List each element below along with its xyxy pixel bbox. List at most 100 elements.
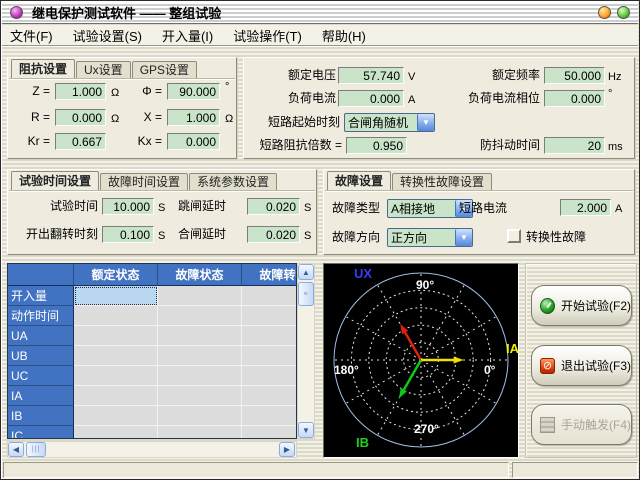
start-test-button[interactable]: 开始试验(F2) [531, 285, 632, 326]
kx-input[interactable]: 0.000 [167, 133, 220, 150]
load-current-label: 负荷电流 [260, 91, 336, 106]
table-cell[interactable] [158, 406, 242, 426]
window-title: 继电保护测试软件 —— 整组试验 [32, 3, 598, 22]
vertical-scroll-thumb[interactable]: ≡ [298, 282, 314, 306]
scroll-right-icon[interactable]: ▶ [279, 442, 295, 457]
menu-help[interactable]: 帮助(H) [312, 24, 376, 47]
table-cell[interactable] [158, 306, 242, 326]
load-current-input[interactable]: 0.000 [338, 90, 404, 107]
exit-test-label: 退出试验(F3) [561, 357, 631, 374]
table-cell[interactable] [242, 426, 297, 439]
test-time-input[interactable]: 10.000 [102, 198, 154, 215]
r-input[interactable]: 0.000 [55, 109, 106, 126]
phi-label: Φ = [126, 84, 162, 99]
tab-gps-settings[interactable]: GPS设置 [132, 61, 197, 78]
table-vertical-scrollbar[interactable]: ▲ ≡ ▼ [297, 263, 315, 439]
table-cell[interactable] [74, 326, 158, 346]
load-current-phase-input[interactable]: 0.000 [544, 90, 605, 107]
menu-file[interactable]: 文件(F) [2, 24, 63, 47]
kr-label: Kr = [14, 134, 50, 149]
x-unit: Ω [225, 112, 233, 126]
table-cell[interactable] [158, 286, 242, 306]
load-current-unit: A [408, 93, 415, 107]
x-input[interactable]: 1.000 [167, 109, 220, 126]
chevron-down-icon[interactable]: ▼ [455, 229, 472, 246]
table-cell[interactable] [158, 426, 242, 439]
table-cell[interactable] [74, 346, 158, 366]
tab-fault-settings[interactable]: 故障设置 [327, 171, 391, 190]
minimize-button[interactable] [598, 6, 611, 19]
table-cell[interactable] [74, 306, 158, 326]
evolving-fault-checkbox[interactable] [507, 229, 521, 243]
table-cell[interactable] [242, 326, 297, 346]
row-label-ub: UB [8, 346, 74, 366]
row-label-ib: IB [8, 406, 74, 426]
table-cell[interactable] [74, 366, 158, 386]
table-cell[interactable] [74, 406, 158, 426]
short-current-unit: A [615, 202, 622, 216]
table-cell[interactable] [158, 386, 242, 406]
scroll-up-icon[interactable]: ▲ [298, 264, 314, 280]
scroll-down-icon[interactable]: ▼ [298, 422, 314, 438]
table-cell[interactable] [158, 366, 242, 386]
menu-binary-input[interactable]: 开入量(I) [152, 24, 223, 47]
rated-freq-unit: Hz [608, 70, 621, 84]
fault-direction-label: 故障方向 [330, 230, 380, 245]
rated-freq-input[interactable]: 50.000 [544, 67, 605, 84]
col-header-rated-state: 额定状态 [74, 264, 158, 286]
short-current-input[interactable]: 2.000 [560, 199, 611, 216]
debounce-label: 防抖动时间 [460, 138, 540, 153]
chevron-down-icon[interactable]: ▼ [417, 114, 434, 131]
table-horizontal-scrollbar[interactable]: ◀ ||| ▶ [7, 441, 297, 458]
phi-input[interactable]: 90.000 [167, 83, 220, 100]
table-cell[interactable] [74, 386, 158, 406]
impedance-multiplier-label: 短路阻抗倍数 = [250, 138, 342, 153]
table-cell[interactable] [158, 326, 242, 346]
table-cell[interactable] [242, 306, 297, 326]
sc-start-time-label: 短路起始时刻 [260, 115, 340, 130]
tab-system-params[interactable]: 系统参数设置 [189, 173, 277, 190]
tab-evolving-fault[interactable]: 转换性故障设置 [392, 173, 492, 190]
sc-start-time-dropdown[interactable]: 合闸角随机 ▼ [344, 113, 435, 132]
horizontal-scroll-thumb[interactable]: ||| [26, 442, 46, 457]
tab-impedance-settings[interactable]: 阻抗设置 [11, 59, 75, 78]
phasor-angle-90: 90° [416, 278, 434, 292]
impedance-multiplier-input[interactable]: 0.950 [346, 137, 407, 154]
scroll-left-icon[interactable]: ◀ [8, 442, 24, 457]
tab-separator [9, 190, 315, 191]
row-label-ua: UA [8, 326, 74, 346]
z-label: Z = [14, 84, 50, 99]
tab-separator [9, 78, 235, 79]
x-label: X = [126, 110, 162, 125]
table-cell[interactable] [158, 346, 242, 366]
exit-test-button[interactable]: ⊘ 退出试验(F3) [531, 345, 632, 386]
table-cell[interactable] [242, 406, 297, 426]
kx-label: Kx = [126, 134, 162, 149]
short-current-label: 短路电流 [457, 201, 507, 216]
rated-voltage-input[interactable]: 57.740 [338, 67, 404, 84]
kr-input[interactable]: 0.667 [55, 133, 106, 150]
menu-test-settings[interactable]: 试验设置(S) [63, 24, 152, 47]
start-icon [540, 298, 555, 314]
manual-trigger-button[interactable]: 手动触发(F4) [531, 404, 632, 445]
table-cell[interactable] [242, 386, 297, 406]
table-cell[interactable] [242, 346, 297, 366]
row-label-action-time: 动作时间 [8, 306, 74, 326]
z-input[interactable]: 1.000 [55, 83, 106, 100]
table-cell[interactable] [242, 286, 297, 306]
menu-test-operation[interactable]: 试验操作(T) [223, 24, 312, 47]
tab-fault-time[interactable]: 故障时间设置 [100, 173, 188, 190]
close-delay-input[interactable]: 0.020 [247, 226, 300, 243]
table-cell-selected[interactable] [74, 286, 158, 306]
flip-time-input[interactable]: 0.100 [102, 226, 154, 243]
tab-test-time[interactable]: 试验时间设置 [11, 171, 99, 190]
table-cell[interactable] [242, 366, 297, 386]
tab-ux-settings[interactable]: Ux设置 [76, 61, 131, 78]
trip-delay-input[interactable]: 0.020 [247, 198, 300, 215]
close-button[interactable] [617, 6, 630, 19]
fault-direction-dropdown[interactable]: 正方向 ▼ [387, 228, 473, 247]
debounce-input[interactable]: 20 [544, 137, 605, 154]
table-cell[interactable] [74, 426, 158, 439]
rated-voltage-label: 额定电压 [260, 68, 336, 83]
test-time-unit: S [158, 201, 165, 215]
